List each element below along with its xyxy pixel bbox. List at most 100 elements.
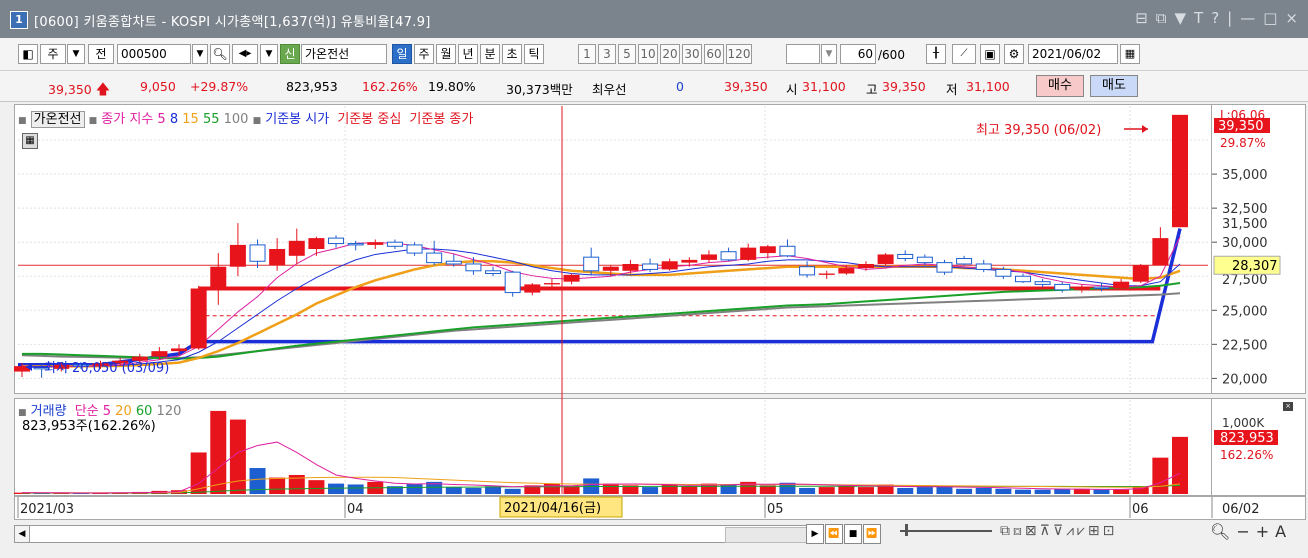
volume-bar	[328, 483, 345, 494]
volume-pct-label: 162.26%	[1220, 448, 1273, 462]
volume-bar	[1132, 487, 1149, 494]
volume-bar	[563, 486, 580, 494]
price-axis-label: 32,500	[1222, 202, 1268, 217]
candle-down	[1054, 283, 1071, 291]
candle-up	[877, 254, 894, 264]
candle-up	[210, 266, 227, 289]
scroll-left-icon[interactable]: ◀	[15, 526, 30, 542]
bottom-bar: ◀ ▶ ⏪ ■ ⏩ ⧉⧈⊠⊼⊽⩘⩗⊞⊡ 🔍︎−+A	[0, 520, 1308, 558]
legend-ref-open: 기준봉 시가	[265, 112, 330, 127]
volume-bar	[857, 487, 874, 494]
candle-up	[269, 249, 286, 266]
candle-up	[543, 283, 560, 285]
candle-down	[975, 263, 992, 270]
candle-up	[1073, 287, 1090, 290]
fast-forward-icon[interactable]: ⏩	[863, 524, 881, 544]
date-axis-label: 05	[767, 502, 784, 517]
price-axis-label: 30,000	[1222, 236, 1268, 251]
candle-down	[504, 271, 521, 294]
candle-down	[406, 244, 423, 254]
scrollbar-thumb[interactable]	[725, 527, 807, 543]
date-axis-label: 2021/03	[20, 502, 74, 517]
volume-bar	[445, 487, 462, 494]
zoom-controls[interactable]: 🔍︎−+A	[1210, 522, 1292, 541]
volume-bar	[1093, 489, 1110, 494]
candle-down	[936, 262, 953, 273]
candle-up	[661, 261, 678, 270]
candle-up	[563, 274, 580, 282]
candle-up	[190, 288, 207, 349]
candle-down	[465, 263, 482, 272]
chart-canvas: 최고 39,350 (06/02) 최저 20,050 (03/09) 35,000…	[14, 106, 1281, 518]
candle-down	[386, 241, 403, 247]
volume-bar	[1034, 489, 1051, 494]
candle-down	[956, 258, 973, 265]
candle-down	[799, 266, 816, 276]
candle-up	[1172, 114, 1188, 228]
volume-bar	[504, 488, 521, 494]
legend-stock-name[interactable]: 가온전선	[30, 111, 85, 128]
candle-up	[740, 247, 757, 260]
play-icon[interactable]: ▶	[806, 524, 824, 544]
legend-ma100: 100	[223, 112, 249, 127]
legend-ref-close: 기준봉 종가	[409, 112, 474, 127]
volume-bar	[406, 483, 423, 494]
legend-ma-label: 종가 지수	[101, 112, 154, 127]
volume-bar	[269, 477, 286, 494]
panel-close-icon[interactable]: ×	[1283, 402, 1293, 411]
candle-up	[308, 238, 325, 249]
volume-bar	[681, 486, 698, 494]
speed-slider[interactable]	[900, 530, 992, 532]
volume-bar	[1152, 457, 1169, 494]
candle-up	[857, 263, 874, 269]
candle-down	[1093, 286, 1110, 289]
rewind-icon[interactable]: ⏪	[825, 524, 843, 544]
drawing-tools[interactable]: ⧉⧈⊠⊼⊽⩘⩗⊞⊡	[1000, 523, 1117, 539]
date-axis-right-label: 06/02	[1222, 502, 1259, 517]
candle-down	[720, 251, 737, 261]
price-axis-label: 22,500	[1222, 338, 1268, 353]
cursor-date-label: 2021/04/16(금)	[504, 501, 601, 516]
candle-up	[818, 273, 835, 275]
volume-axis-label: 1,000K	[1222, 416, 1265, 430]
volume-bar	[1054, 488, 1071, 494]
high-arrow-head	[1142, 125, 1148, 133]
price-axis-label-hidden: 31,500	[1222, 217, 1268, 232]
high-annotation: 최고 39,350 (06/02)	[976, 123, 1101, 138]
volume-bar	[956, 488, 973, 494]
candle-down	[328, 237, 345, 245]
candle-up	[151, 351, 168, 357]
date-axis-label: 04	[347, 502, 364, 517]
candle-down	[347, 243, 364, 246]
volume-bar	[642, 487, 659, 494]
volume-bar	[347, 484, 364, 494]
legend-ma8: 8	[169, 112, 179, 127]
stop-icon[interactable]: ■	[844, 524, 862, 544]
volume-bar	[602, 483, 619, 494]
table-icon[interactable]: ▦	[22, 133, 38, 149]
legend-bullet-icon: ■	[252, 116, 262, 126]
price-axis-label: 25,000	[1222, 304, 1268, 319]
low-annotation: 최저 20,050 (03/09)	[44, 361, 169, 376]
candle-up	[700, 254, 717, 260]
volume-current-label: 823,953	[1220, 431, 1274, 446]
candle-down	[779, 245, 796, 257]
volume-bar	[897, 487, 914, 494]
hline-axis-label: 28,307	[1232, 259, 1278, 274]
volume-bar	[543, 483, 560, 494]
scrollbar-track[interactable]: ◀	[14, 525, 808, 543]
candle-up	[838, 268, 855, 274]
candle-down	[426, 252, 443, 264]
candle-down	[485, 270, 502, 275]
candle-up	[1152, 238, 1169, 266]
legend-bullet-icon: ■	[88, 116, 98, 126]
volume-bar	[838, 486, 855, 494]
candle-down	[995, 268, 1012, 277]
candle-up	[288, 240, 305, 256]
volume-bar	[1014, 489, 1031, 494]
speed-slider-handle[interactable]	[905, 524, 908, 536]
candle-up	[171, 348, 188, 352]
price-axis-label-hidden: 27,500	[1222, 273, 1268, 288]
volume-bar	[210, 410, 227, 494]
volume-bar	[818, 487, 835, 494]
